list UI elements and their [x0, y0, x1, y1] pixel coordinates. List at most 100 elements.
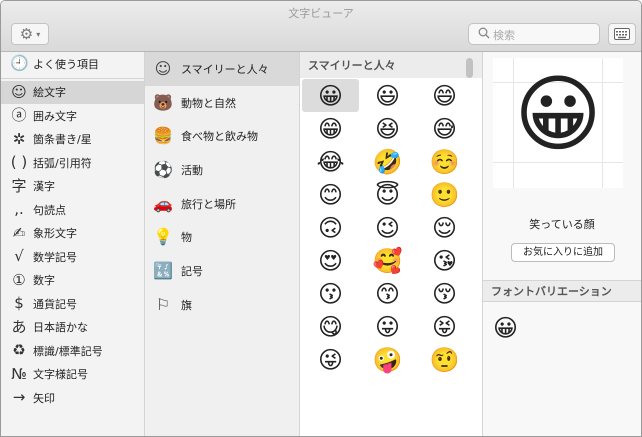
emoji-cell[interactable]: ☺️ — [416, 145, 473, 178]
window-title: 文字ビューア — [288, 7, 354, 20]
sidebar-item-signs-standard[interactable]: ♻ 標識/標準記号 — [1, 339, 144, 363]
arrow-icon: → — [12, 388, 26, 407]
emoji-cell[interactable]: 🙃 — [302, 211, 359, 244]
hiragana-icon: あ — [11, 317, 27, 336]
emoji-cell[interactable]: 😍 — [302, 244, 359, 277]
emoji-cell[interactable]: 🤪 — [359, 343, 416, 376]
sidebar-item-label: 絵文字 — [33, 86, 66, 100]
emoji-cell[interactable]: 😛 — [359, 310, 416, 343]
character-preview: 😀 — [493, 58, 623, 188]
sidebar-item-label: 日本語かな — [33, 321, 88, 335]
sidebar-item-label: 標識/標準記号 — [33, 344, 103, 358]
emoji-cell[interactable]: 😊 — [302, 178, 359, 211]
category-label: 物 — [181, 231, 192, 245]
sidebar-item-emoji[interactable]: ☺ 絵文字 — [1, 80, 144, 104]
recycle-icon: ♻ — [12, 341, 26, 360]
sidebar-item-currency[interactable]: $ 通貨記号 — [1, 292, 144, 316]
emoji-cell[interactable]: 😌 — [416, 211, 473, 244]
circled-number-icon: ① — [12, 270, 26, 289]
title-bar: 文字ビューア ⚙ ▾ 検索 — [1, 1, 641, 52]
emoji-cell[interactable]: 😘 — [416, 244, 473, 277]
emoji-cell[interactable]: 😉 — [359, 211, 416, 244]
sidebar-item-label: 漢字 — [33, 180, 55, 194]
sidebar-item-numbers[interactable]: ① 数字 — [1, 269, 144, 293]
clock-icon: 🕘 — [10, 54, 29, 73]
category-travel-places[interactable]: 🚗 旅行と場所 — [145, 187, 299, 221]
smiley-icon: ☺ — [154, 58, 172, 78]
preview-emoji: 😀 — [514, 65, 602, 163]
keyboard-icon — [614, 28, 630, 40]
detail-panel: 😀 笑っている顔 お気に入りに追加 フォントバリエーション 😀 — [483, 52, 641, 436]
emoji-cell[interactable]: 🤨 — [416, 343, 473, 376]
category-animals-nature[interactable]: 🐻 動物と自然 — [145, 86, 299, 120]
emoji-panel-header: スマイリーと人々 — [300, 52, 482, 78]
sidebar-item-label: 句読点 — [33, 203, 66, 217]
sidebar-item-brackets-quotes[interactable]: ( ) 括弧/引用符 — [1, 151, 144, 175]
sidebar-item-bullets-stars[interactable]: ✲ 箇条書き/星 — [1, 128, 144, 152]
chevron-down-icon: ▾ — [36, 29, 41, 39]
emoji-cell[interactable]: 🙂 — [416, 178, 473, 211]
category-label: 食べ物と飲み物 — [181, 130, 258, 144]
scrollbar-thumb[interactable] — [466, 58, 473, 78]
font-variant-item[interactable]: 😀 — [493, 316, 518, 340]
emoji-cell[interactable]: 😋 — [302, 310, 359, 343]
bear-icon: 🐻 — [153, 92, 173, 112]
emoji-grid: 😀 😃 😄 😁 😆 😅 😂 🤣 ☺️ 😊 😇 🙂 🙃 😉 😌 😍 🥰 😘 😗 😙 😚 😋 😛 😝 😜 🤪 🤨 — [300, 78, 482, 376]
sidebar-item-label: 数学記号 — [33, 250, 77, 264]
category-flags[interactable]: ⚐ 旗 — [145, 288, 299, 322]
flag-icon: ⚐ — [155, 294, 171, 314]
sidebar-item-label: 囲み文字 — [33, 109, 77, 123]
emoji-panel: スマイリーと人々 😀 😃 😄 😁 😆 😅 😂 🤣 ☺️ 😊 😇 🙂 🙃 😉 😌 😍 🥰 😘 😗 😙 😚 😋 😛 😝 😜 🤪 🤨 — [300, 52, 483, 436]
sidebar-item-arrows[interactable]: → 矢印 — [1, 386, 144, 410]
search-placeholder: 検索 — [493, 29, 515, 42]
keyboard-viewer-button[interactable] — [608, 23, 636, 45]
sidebar-item-label: 象形文字 — [33, 227, 77, 241]
action-menu-button[interactable]: ⚙ ▾ — [11, 23, 49, 45]
category-activity[interactable]: ⚽ 活動 — [145, 153, 299, 187]
category-label: 旅行と場所 — [181, 197, 236, 211]
sidebar-item-label: 括弧/引用符 — [33, 156, 92, 170]
search-field[interactable]: 検索 — [468, 23, 600, 45]
sidebar-item-enclosed[interactable]: ⓐ 囲み文字 — [1, 104, 144, 128]
category-label: 動物と自然 — [181, 96, 236, 110]
sidebar-item-label: 文字様記号 — [33, 368, 88, 382]
smiley-icon: ☺ — [11, 82, 27, 101]
emoji-cell[interactable]: 😙 — [359, 277, 416, 310]
emoji-cell[interactable]: 😁 — [302, 112, 359, 145]
sidebar-item-math[interactable]: √ 数学記号 — [1, 245, 144, 269]
emoji-cell[interactable]: 😗 — [302, 277, 359, 310]
emoji-cell[interactable]: 😃 — [359, 79, 416, 112]
emoji-cell[interactable]: 🤣 — [359, 145, 416, 178]
lightbulb-icon: 💡 — [153, 227, 173, 247]
emoji-cell[interactable]: 😅 — [416, 112, 473, 145]
category-food-drink[interactable]: 🍔 食べ物と飲み物 — [145, 119, 299, 153]
category-symbols[interactable]: 🔣 記号 — [145, 254, 299, 288]
sidebar-item-frequently-used[interactable]: 🕘 よく使う項目 — [1, 52, 144, 76]
pictograph-icon: ✍ — [12, 223, 26, 242]
numero-icon: № — [11, 364, 27, 383]
emoji-cell[interactable]: 😜 — [302, 343, 359, 376]
category-label: 旗 — [181, 298, 192, 312]
sidebar-item-kanji[interactable]: 字漢字 — [1, 175, 144, 199]
category-smileys-people[interactable]: ☺ スマイリーと人々 — [145, 52, 299, 86]
emoji-cell[interactable]: 😆 — [359, 112, 416, 145]
search-icon — [478, 27, 490, 39]
add-to-favorites-button[interactable]: お気に入りに追加 — [511, 243, 615, 262]
sidebar-item-japanese-kana[interactable]: あ日本語かな — [1, 316, 144, 340]
category-list: ☺ スマイリーと人々 🐻 動物と自然 🍔 食べ物と飲み物 ⚽ 活動 🚗 旅行と場所 💡 物 🔣 記号 ⚐ 旗 — [145, 52, 300, 436]
gear-icon: ⚙ — [19, 24, 34, 43]
kanji-icon: 字 — [11, 176, 27, 195]
emoji-cell[interactable]: 😀 — [302, 79, 359, 112]
category-objects[interactable]: 💡 物 — [145, 220, 299, 254]
character-viewer-window: 文字ビューア ⚙ ▾ 検索 🕘 よく使う項目 ☺ 絵文字 ⓐ 囲み文字 ✲ 箇条書き/星 ( )… — [0, 0, 642, 437]
sidebar-item-punctuation[interactable]: ,. 句読点 — [1, 198, 144, 222]
emoji-cell[interactable]: 🥰 — [359, 244, 416, 277]
emoji-cell[interactable]: 😄 — [416, 79, 473, 112]
emoji-cell[interactable]: 😚 — [416, 277, 473, 310]
emoji-cell[interactable]: 😇 — [359, 178, 416, 211]
emoji-cell[interactable]: 😂 — [302, 145, 359, 178]
sidebar-item-pictographs[interactable]: ✍ 象形文字 — [1, 222, 144, 246]
sidebar-item-letterlike[interactable]: № 文字様記号 — [1, 363, 144, 387]
emoji-cell[interactable]: 😝 — [416, 310, 473, 343]
sidebar: 🕘 よく使う項目 ☺ 絵文字 ⓐ 囲み文字 ✲ 箇条書き/星 ( ) 括弧/引用符字漢字,. 句読点… — [1, 52, 145, 436]
